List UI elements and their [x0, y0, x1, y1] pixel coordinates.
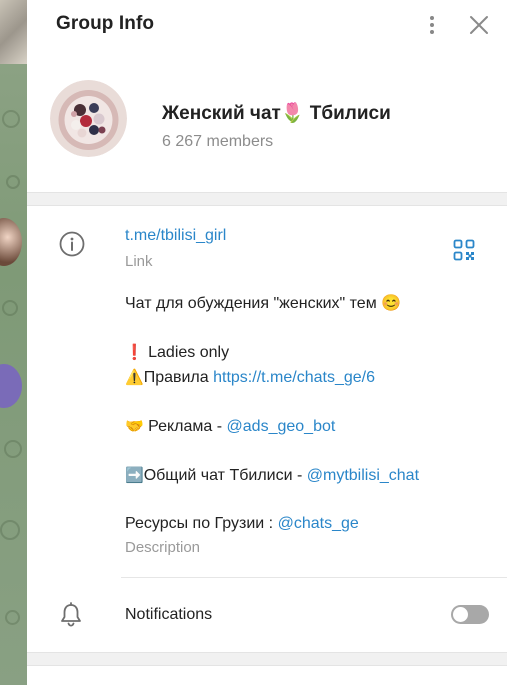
- wallpaper-doodle: [0, 520, 20, 540]
- more-vertical-icon-dot: [430, 30, 434, 34]
- chat-avatar: [0, 364, 22, 408]
- close-button[interactable]: [467, 13, 491, 37]
- general-chat-link[interactable]: @mytbilisi_chat: [307, 467, 419, 484]
- panel-header: Group Info: [27, 0, 507, 52]
- wallpaper-doodle: [2, 300, 18, 316]
- description-line: ⚠️Правила https://t.me/chats_ge/6: [125, 365, 485, 390]
- ads-text: Реклама -: [143, 418, 227, 435]
- exclamation-icon: ❗: [125, 343, 144, 361]
- rules-text: Правила: [143, 369, 214, 386]
- ads-bot-link[interactable]: @ads_geo_bot: [227, 418, 336, 435]
- more-vertical-icon: [430, 16, 434, 20]
- description-line: Чат для обуждения "женских" тем 😊: [125, 295, 402, 312]
- dessert-photo-icon: [50, 80, 127, 157]
- description-label: Description: [125, 539, 201, 556]
- info-icon: [59, 231, 85, 257]
- group-avatar[interactable]: [50, 80, 127, 157]
- description-line: ➡️Общий чат Тбилиси - @mytbilisi_chat: [125, 463, 485, 488]
- more-vertical-icon-dot: [430, 23, 434, 27]
- resources-text: Ресурсы по Грузии :: [125, 515, 278, 532]
- notifications-toggle[interactable]: [451, 605, 489, 624]
- qr-code-button[interactable]: [453, 239, 475, 261]
- description-spacer: [125, 390, 485, 414]
- chat-avatar: [0, 218, 22, 266]
- close-icon: [470, 16, 488, 34]
- description-spacer: [125, 316, 485, 340]
- handshake-icon: 🤝: [125, 417, 144, 435]
- bell-icon: [61, 602, 81, 627]
- wallpaper-doodle: [2, 110, 20, 128]
- warning-icon: ⚠️: [125, 368, 144, 386]
- invite-link[interactable]: t.me/tbilisi_girl: [125, 227, 226, 245]
- right-arrow-icon: ➡️: [125, 466, 144, 484]
- notifications-row[interactable]: Notifications: [27, 578, 507, 652]
- description-spacer: [125, 488, 485, 512]
- panel-title: Group Info: [56, 13, 155, 34]
- resources-link[interactable]: @chats_ge: [278, 515, 359, 532]
- wallpaper-doodle: [6, 175, 20, 189]
- wallpaper-doodle: [5, 610, 20, 625]
- group-description: Чат для обуждения "женских" тем 😊 ❗ Ladi…: [125, 292, 485, 536]
- member-count: 6 267 members: [162, 133, 274, 150]
- rules-link[interactable]: https://t.me/chats_ge/6: [213, 369, 375, 386]
- toggle-knob: [453, 607, 468, 622]
- description-line: Ресурсы по Грузии : @chats_ge: [125, 512, 485, 536]
- notifications-label: Notifications: [125, 606, 213, 623]
- section-divider: [27, 652, 507, 666]
- link-label: Link: [125, 253, 153, 270]
- general-chat-text: Общий чат Тбилиси -: [143, 467, 307, 484]
- group-profile: Женский чат🌷 Тбилиси 6 267 members: [27, 52, 507, 192]
- description-spacer: [125, 439, 485, 463]
- qr-code-icon: [453, 239, 475, 261]
- description-line: 🤝 Реклама - @ads_geo_bot: [125, 414, 485, 439]
- chat-background: [0, 0, 27, 685]
- group-name: Женский чат🌷 Тбилиси: [162, 103, 391, 124]
- more-options-button[interactable]: [420, 12, 444, 38]
- wallpaper-doodle: [4, 440, 22, 458]
- section-divider: [27, 192, 507, 206]
- description-line: ❗ Ladies only: [125, 340, 485, 365]
- chat-thumbnail: [0, 0, 27, 64]
- group-info-panel: Group Info Женский чат🌷 Тбилиси 6 267 me…: [27, 0, 507, 685]
- ladies-only-text: Ladies only: [143, 344, 230, 361]
